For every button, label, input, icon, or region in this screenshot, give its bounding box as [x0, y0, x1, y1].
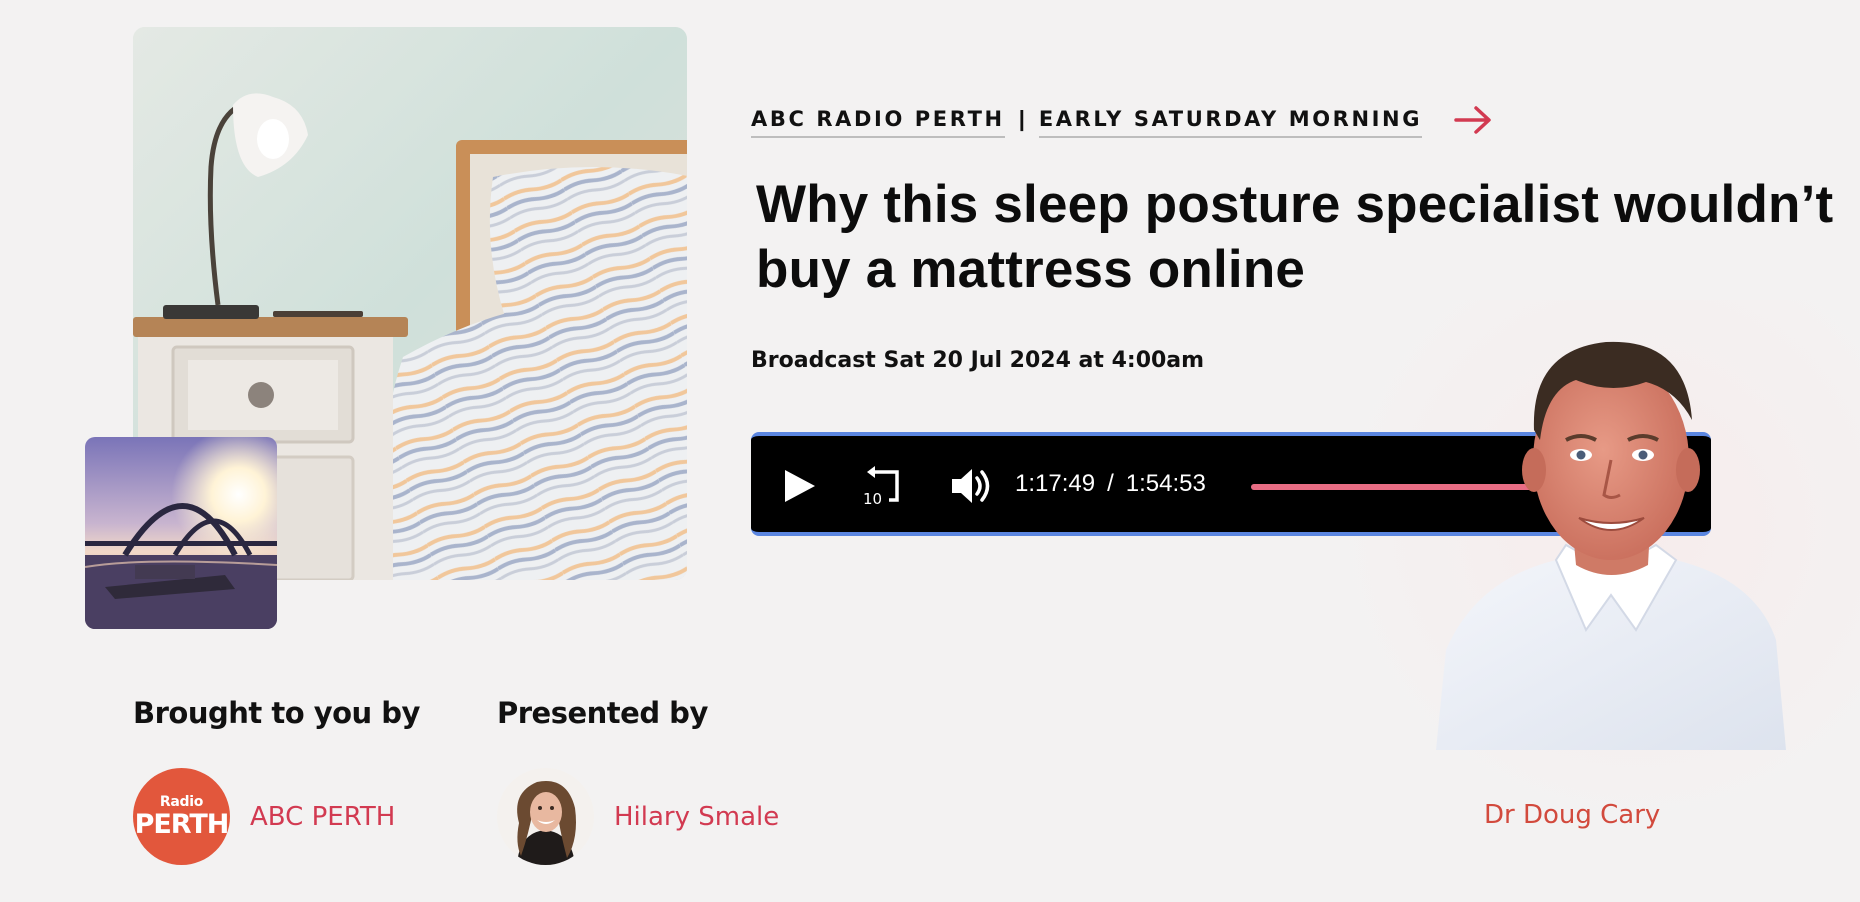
breadcrumb-program-link[interactable]: EARLY SATURDAY MORNING [1038, 107, 1423, 138]
duration: 1:54:53 [1125, 470, 1206, 497]
volume-icon [952, 469, 990, 503]
presenter-link[interactable]: Hilary Smale [497, 768, 779, 865]
current-time: 1:17:49 [1015, 470, 1096, 497]
volume-button[interactable] [948, 464, 994, 508]
presented-by-heading: Presented by [497, 696, 708, 730]
abc-radio-perth-logo: Radio PERTH [133, 768, 230, 865]
brought-by-heading: Brought to you by [133, 696, 420, 730]
presenter-name: Hilary Smale [614, 801, 780, 832]
breadcrumb: ABC RADIO PERTH | EARLY SATURDAY MORNING [751, 102, 1494, 142]
breadcrumb-separator: | [1018, 105, 1025, 131]
play-icon [785, 470, 815, 502]
brand-name: ABC PERTH [250, 801, 396, 832]
guest-photo [1436, 320, 1786, 750]
arrow-right-icon[interactable] [1454, 105, 1494, 135]
svg-text:10: 10 [863, 490, 882, 508]
playback-time: 1:17:49 / 1:54:53 [1015, 470, 1206, 498]
guest-name-link[interactable]: Dr Doug Cary [1484, 800, 1660, 830]
rewind-10-icon: 10 [863, 466, 899, 508]
presenter-avatar [497, 768, 594, 865]
brand-link[interactable]: Radio PERTH ABC PERTH [133, 768, 395, 865]
logo-bottom-text: PERTH [134, 809, 230, 840]
rewind-10-button[interactable]: 10 [859, 464, 905, 508]
play-button[interactable] [779, 466, 819, 506]
time-separator: / [1107, 470, 1114, 497]
page-title: Why this sleep posture specialist wouldn… [756, 175, 1834, 299]
breadcrumb-station-link[interactable]: ABC RADIO PERTH [751, 107, 1005, 138]
logo-top-text: Radio [159, 794, 204, 810]
broadcast-date: Broadcast Sat 20 Jul 2024 at 4:00am [751, 348, 1205, 373]
program-thumbnail [85, 437, 277, 629]
